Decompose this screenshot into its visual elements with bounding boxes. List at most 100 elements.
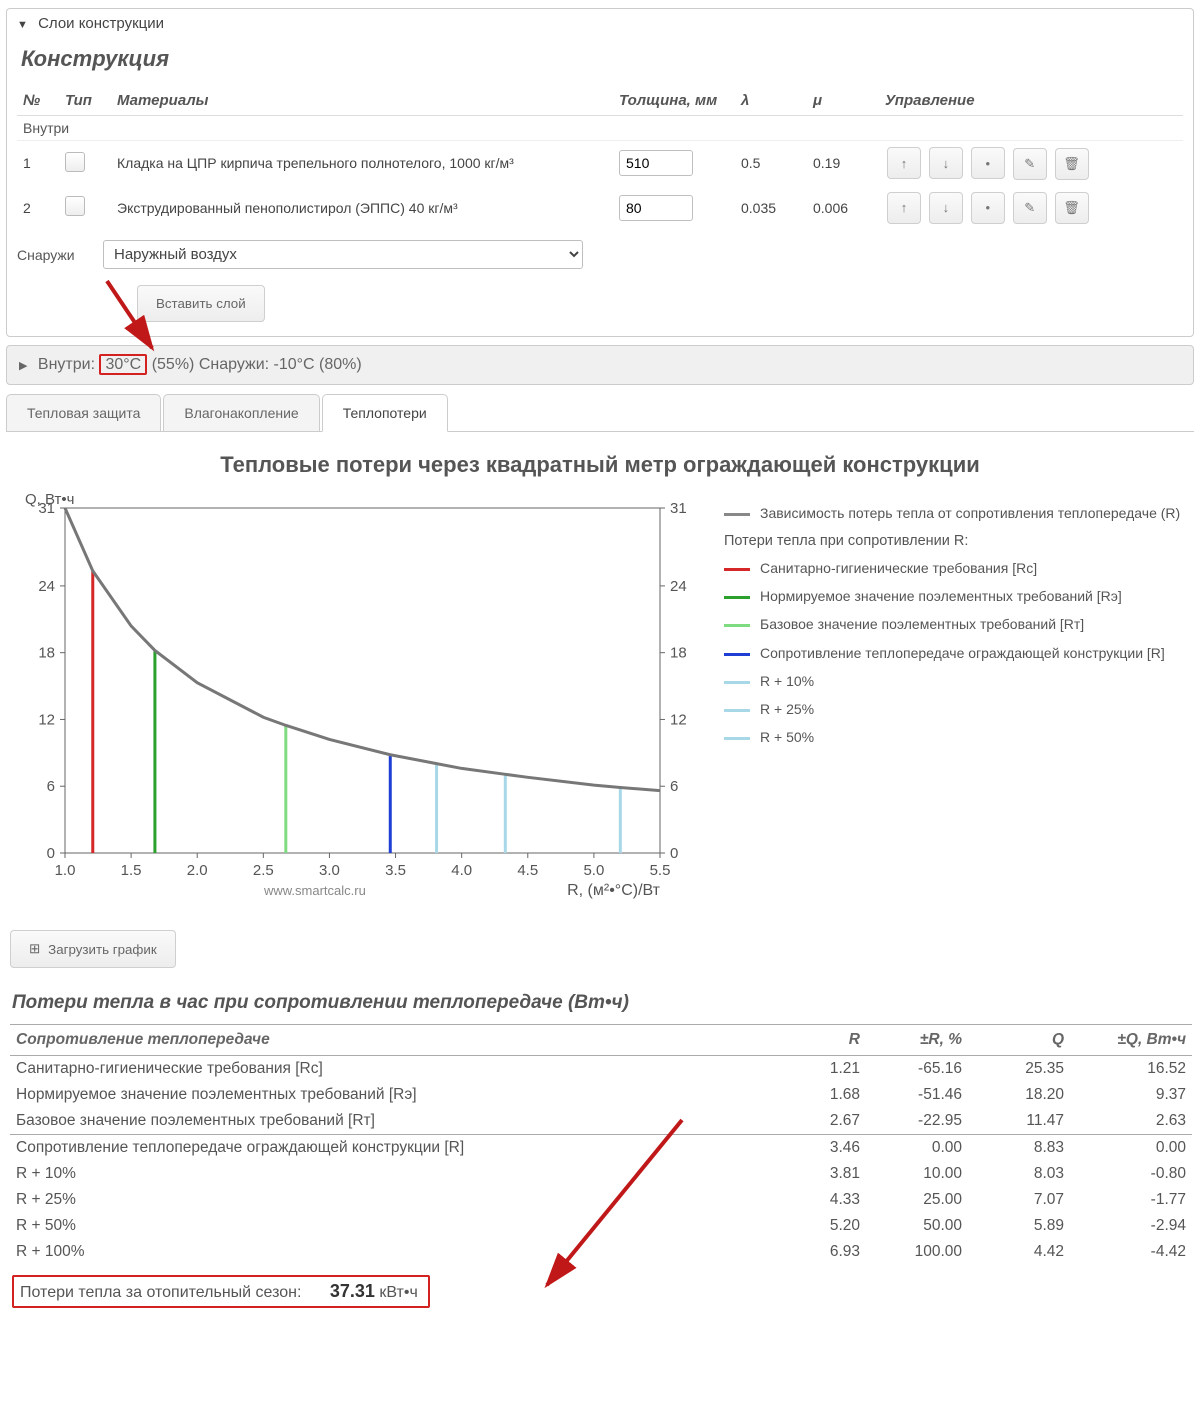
outside-label: Снаружи	[17, 247, 89, 263]
svg-text:4.5: 4.5	[517, 862, 538, 879]
layer-mu: 0.19	[807, 141, 879, 186]
svg-text:2.0: 2.0	[187, 862, 208, 879]
hrow-dr: 50.00	[866, 1213, 968, 1239]
cond-hum-in: (55%)	[152, 356, 199, 373]
move-down-button[interactable]: ↓	[929, 192, 963, 224]
hrow-name: R + 100%	[10, 1239, 764, 1265]
cond-tri-icon: ▶	[19, 360, 27, 372]
col-mu: μ	[807, 86, 879, 116]
hcol-r: R	[764, 1025, 866, 1056]
layers-table: № Тип Материалы Толщина, мм λ μ Управлен…	[17, 86, 1183, 230]
svg-text:1.5: 1.5	[121, 862, 142, 879]
svg-text:6: 6	[670, 778, 678, 795]
hcol-dq: ±Q, Вт•ч	[1070, 1025, 1192, 1056]
svg-text:12: 12	[670, 711, 687, 728]
edit-button[interactable]: ✎	[1013, 148, 1047, 180]
svg-text:12: 12	[38, 711, 55, 728]
panel-title: Слои конструкции	[38, 15, 164, 32]
layer-type-checkbox[interactable]	[65, 196, 85, 216]
htable-row: Нормируемое значение поэлементных требов…	[10, 1082, 1192, 1108]
edit-button[interactable]: ✎	[1013, 192, 1047, 224]
hrow-q: 8.03	[968, 1161, 1070, 1187]
legend-item-label: R + 50%	[760, 728, 814, 746]
hrow-dq: -2.94	[1070, 1213, 1192, 1239]
thickness-input[interactable]	[619, 150, 693, 176]
svg-text:3.5: 3.5	[385, 862, 406, 879]
hrow-q: 25.35	[968, 1056, 1070, 1083]
legend-item-label: Базовое значение поэлементных требований…	[760, 615, 1084, 633]
subsection-title: Потери тепла в час при сопротивлении теп…	[0, 986, 1200, 1024]
svg-text:5.5: 5.5	[650, 862, 671, 879]
layer-lambda: 0.5	[735, 141, 807, 186]
layer-material: Кладка на ЦПР кирпича трепельного полнот…	[111, 141, 613, 186]
outside-select[interactable]: Наружный воздух	[103, 240, 583, 269]
col-type: Тип	[59, 86, 111, 116]
layer-row: 1 Кладка на ЦПР кирпича трепельного полн…	[17, 141, 1183, 186]
layer-no: 1	[17, 141, 59, 186]
hrow-r: 4.33	[764, 1187, 866, 1213]
htable-row: R + 50% 5.20 50.00 5.89 -2.94	[10, 1213, 1192, 1239]
svg-text:2.5: 2.5	[253, 862, 274, 879]
hrow-r: 3.81	[764, 1161, 866, 1187]
add-button[interactable]: •	[971, 147, 1005, 179]
hrow-dq: -0.80	[1070, 1161, 1192, 1187]
move-down-button[interactable]: ↓	[929, 147, 963, 179]
cond-out: Снаружи: -10°C (80%)	[199, 356, 362, 373]
heat-loss-chart: Q, Вт•ч006612121818242431311.01.52.02.53…	[10, 488, 710, 908]
hrow-dr: 10.00	[866, 1161, 968, 1187]
legend-item-label: R + 10%	[760, 672, 814, 690]
season-value: 37.31	[330, 1281, 375, 1301]
chart-section: Тепловые потери через квадратный метр ог…	[0, 432, 1200, 912]
hrow-dq: 16.52	[1070, 1056, 1192, 1083]
add-button[interactable]: •	[971, 192, 1005, 224]
download-chart-button[interactable]: ⊞ Загрузить график	[10, 930, 176, 968]
move-up-button[interactable]: ↑	[887, 147, 921, 179]
svg-text:1.0: 1.0	[55, 862, 76, 879]
hrow-q: 5.89	[968, 1213, 1070, 1239]
conditions-bar[interactable]: ▶ Внутри: 30°C (55%) Снаружи: -10°C (80%…	[6, 345, 1194, 385]
layer-material: Экструдированный пенополистирол (ЭППС) 4…	[111, 186, 613, 231]
tab-0[interactable]: Тепловая защита	[6, 394, 161, 431]
svg-text:R, (м²•°C)/Вт: R, (м²•°C)/Вт	[567, 882, 661, 899]
hrow-r: 1.21	[764, 1056, 866, 1083]
season-highlight: Потери тепла за отопительный сезон: 37.3…	[12, 1275, 430, 1308]
legend-item-label: Сопротивление теплопередаче ограждающей …	[760, 644, 1165, 662]
layer-type-checkbox[interactable]	[65, 152, 85, 172]
tabs: Тепловая защитаВлагонакоплениеТеплопотер…	[6, 393, 1194, 432]
insert-layer-button[interactable]: Вставить слой	[137, 285, 265, 322]
thickness-input[interactable]	[619, 195, 693, 221]
section-title: Конструкция	[7, 38, 1193, 86]
cond-in-prefix: Внутри:	[38, 356, 100, 373]
hrow-r: 6.93	[764, 1239, 866, 1265]
season-unit: кВт•ч	[379, 1284, 417, 1301]
hrow-name: Нормируемое значение поэлементных требов…	[10, 1082, 764, 1108]
htable-row: Сопротивление теплопередаче ограждающей …	[10, 1135, 1192, 1162]
tab-1[interactable]: Влагонакопление	[163, 394, 319, 431]
legend-subhead: Потери тепла при сопротивлении R:	[724, 532, 1180, 551]
panel-header[interactable]: ▼ Слои конструкции	[7, 9, 1193, 38]
season-row: Потери тепла за отопительный сезон: 37.3…	[12, 1275, 1190, 1308]
hrow-dr: 100.00	[866, 1239, 968, 1265]
svg-text:24: 24	[38, 578, 55, 595]
tab-2[interactable]: Теплопотери	[322, 394, 448, 432]
svg-text:31: 31	[670, 500, 687, 517]
htable-row: R + 25% 4.33 25.00 7.07 -1.77	[10, 1187, 1192, 1213]
hrow-r: 2.67	[764, 1108, 866, 1135]
delete-button[interactable]: 🗑	[1055, 192, 1089, 224]
hrow-q: 18.20	[968, 1082, 1070, 1108]
cond-temp-in: 30°C	[99, 354, 147, 375]
download-icon: ⊞	[29, 941, 40, 957]
hrow-r: 5.20	[764, 1213, 866, 1239]
collapse-triangle-icon: ▼	[17, 19, 28, 31]
move-up-button[interactable]: ↑	[887, 192, 921, 224]
hrow-name: Санитарно-гигиенические требования [Rс]	[10, 1056, 764, 1083]
legend-item-label: Нормируемое значение поэлементных требов…	[760, 587, 1122, 605]
chart-legend: Зависимость потерь тепла от сопротивлени…	[710, 488, 1180, 756]
svg-text:6: 6	[47, 778, 55, 795]
hrow-dr: -65.16	[866, 1056, 968, 1083]
delete-button[interactable]: 🗑	[1055, 148, 1089, 180]
hrow-name: R + 25%	[10, 1187, 764, 1213]
layer-no: 2	[17, 186, 59, 231]
htable-row: R + 10% 3.81 10.00 8.03 -0.80	[10, 1161, 1192, 1187]
hrow-dq: -1.77	[1070, 1187, 1192, 1213]
